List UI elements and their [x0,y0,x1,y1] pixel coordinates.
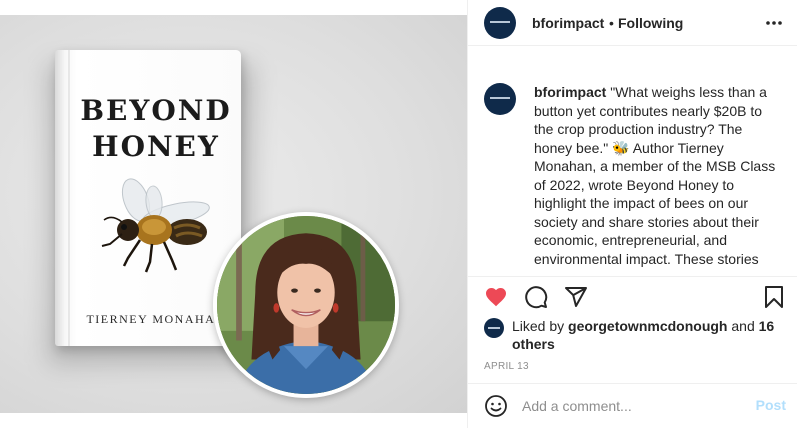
likes-conjunction: and [731,318,755,334]
likes-text: Liked by georgetownmcdonough and 16 othe… [512,317,782,353]
smiley-icon[interactable] [484,394,508,418]
header-username[interactable]: bforimpact [532,15,604,31]
heart-filled-icon[interactable] [484,285,508,309]
post-image[interactable]: BEYOND HONEY TIERNEY MONAHAN [0,0,467,428]
author-photo [213,212,399,398]
likes-row: Liked by georgetownmcdonough and 16 othe… [468,314,797,354]
book-spine [68,50,70,346]
caption: bforimpact "What weighs less than a butt… [534,83,784,268]
author-portrait [217,216,395,394]
book-title-line2: HONEY [92,130,220,163]
liker-avatar[interactable] [484,318,504,338]
header-separator: • [609,15,614,31]
liker-username[interactable]: georgetownmcdonough [568,318,727,334]
post-date[interactable]: APRIL 13 [484,361,529,372]
caption-body: "What weighs less than a button yet cont… [534,84,776,267]
comment-box: Post [468,383,797,428]
bee-illustration [101,178,210,273]
post-side-panel: bforimpact • Following bforimpact "What … [467,0,797,428]
likes-prefix: Liked by [512,318,565,334]
header-avatar[interactable] [484,7,516,39]
post-comment-button[interactable]: Post [756,397,786,413]
bookmark-icon[interactable] [762,285,786,309]
more-horizontal-icon[interactable] [764,13,784,33]
caption-area: bforimpact "What weighs less than a butt… [468,46,797,276]
following-button[interactable]: Following [618,15,683,31]
share-icon[interactable] [564,285,588,309]
comment-input[interactable] [522,396,742,416]
caption-avatar[interactable] [484,83,516,115]
comment-icon[interactable] [524,285,548,309]
caption-username[interactable]: bforimpact [534,84,606,100]
post-header: bforimpact • Following [468,0,797,46]
action-bar [468,276,797,316]
book-title-line1: BEYOND [80,94,232,127]
